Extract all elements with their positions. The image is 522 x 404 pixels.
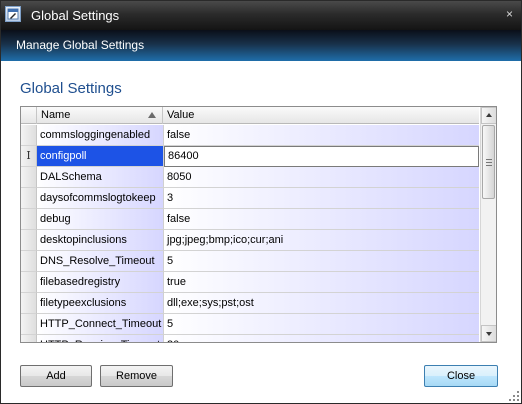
setting-name-cell[interactable]: filebasedregistry bbox=[37, 272, 164, 293]
setting-name-cell[interactable]: commsloggingenabled bbox=[37, 125, 164, 146]
column-header-name[interactable]: Name bbox=[37, 107, 163, 124]
resize-grip-icon[interactable] bbox=[509, 391, 519, 401]
sort-ascending-icon bbox=[148, 112, 156, 118]
close-icon[interactable]: × bbox=[506, 7, 513, 21]
global-settings-window: Global Settings × Manage Global Settings… bbox=[0, 0, 522, 404]
setting-name-cell[interactable]: daysofcommslogtokeep bbox=[37, 188, 164, 209]
table-row[interactable]: debug false bbox=[21, 209, 479, 230]
table-row[interactable]: DNS_Resolve_Timeout 5 bbox=[21, 251, 479, 272]
setting-name-cell[interactable]: HTTP_Connect_Timeout bbox=[37, 314, 164, 335]
setting-value-cell[interactable]: 8050 bbox=[164, 167, 479, 188]
grid-header: Name Value bbox=[21, 107, 479, 124]
arrow-up-icon bbox=[486, 113, 492, 117]
row-selector[interactable] bbox=[21, 293, 37, 314]
setting-value-cell[interactable]: dll;exe;sys;pst;ost bbox=[164, 293, 479, 314]
table-row[interactable]: filetypeexclusions dll;exe;sys;pst;ost bbox=[21, 293, 479, 314]
setting-value-cell[interactable]: false bbox=[164, 125, 479, 146]
row-selector[interactable] bbox=[21, 209, 37, 230]
table-row[interactable]: filebasedregistry true bbox=[21, 272, 479, 293]
row-selector[interactable] bbox=[21, 335, 37, 342]
setting-name-cell[interactable]: filetypeexclusions bbox=[37, 293, 164, 314]
row-selector-header[interactable] bbox=[21, 107, 37, 124]
row-selector[interactable] bbox=[21, 314, 37, 335]
add-button[interactable]: Add bbox=[20, 365, 92, 387]
setting-name-cell[interactable]: DALSchema bbox=[37, 167, 164, 188]
scroll-down-button[interactable] bbox=[481, 325, 496, 342]
column-header-name-label: Name bbox=[41, 109, 71, 121]
setting-value-cell[interactable]: jpg;jpeg;bmp;ico;cur;ani bbox=[164, 230, 479, 251]
setting-value-cell[interactable]: true bbox=[164, 272, 479, 293]
column-header-value-label: Value bbox=[167, 109, 195, 121]
arrow-down-icon bbox=[486, 332, 492, 336]
setting-name-cell[interactable]: DNS_Resolve_Timeout bbox=[37, 251, 164, 272]
grid-rows: commsloggingenabled false Iconfigpoll 86400… bbox=[21, 125, 479, 342]
row-selector[interactable] bbox=[21, 188, 37, 209]
scroll-up-button[interactable] bbox=[481, 107, 496, 124]
settings-window-icon bbox=[5, 6, 21, 22]
table-row[interactable]: daysofcommslogtokeep 3 bbox=[21, 188, 479, 209]
table-row[interactable]: DALSchema 8050 bbox=[21, 167, 479, 188]
scrollbar-thumb[interactable] bbox=[482, 125, 495, 199]
row-selector[interactable] bbox=[21, 167, 37, 188]
setting-name-cell[interactable]: configpoll bbox=[37, 146, 164, 167]
setting-value-cell[interactable]: 3 bbox=[164, 188, 479, 209]
setting-value-cell[interactable]: 5 bbox=[164, 314, 479, 335]
row-selector[interactable] bbox=[21, 272, 37, 293]
table-row[interactable]: HTTP_Receive_Timeout30 bbox=[21, 335, 479, 342]
banner-text: Manage Global Settings bbox=[16, 38, 145, 52]
section-title: Global Settings bbox=[20, 80, 122, 97]
setting-name-cell[interactable]: debug bbox=[37, 209, 164, 230]
row-selector[interactable] bbox=[21, 230, 37, 251]
vertical-scrollbar[interactable] bbox=[480, 107, 496, 342]
window-title: Global Settings bbox=[31, 8, 120, 23]
row-selector[interactable] bbox=[21, 125, 37, 146]
table-row[interactable]: commsloggingenabled false bbox=[21, 125, 479, 146]
row-selector[interactable]: I bbox=[21, 146, 37, 167]
title-bar[interactable]: Global Settings × bbox=[1, 1, 521, 30]
setting-value-cell[interactable]: false bbox=[164, 209, 479, 230]
close-button[interactable]: Close bbox=[424, 365, 498, 387]
setting-value-cell[interactable]: 30 bbox=[164, 335, 479, 342]
table-row[interactable]: desktopinclusions jpg;jpeg;bmp;ico;cur;an… bbox=[21, 230, 479, 251]
setting-value-cell[interactable]: 86400 bbox=[164, 146, 479, 167]
table-row[interactable]: HTTP_Connect_Timeout 5 bbox=[21, 314, 479, 335]
edit-cursor-icon: I bbox=[26, 149, 31, 162]
setting-value-cell[interactable]: 5 bbox=[164, 251, 479, 272]
row-selector[interactable] bbox=[21, 251, 37, 272]
table-row[interactable]: Iconfigpoll 86400 bbox=[21, 146, 479, 167]
column-header-value[interactable]: Value bbox=[163, 107, 479, 124]
settings-grid: Name Value commsloggingenabled false Iconf… bbox=[20, 106, 497, 343]
setting-name-cell[interactable]: desktopinclusions bbox=[37, 230, 164, 251]
grip-icon bbox=[486, 159, 492, 166]
setting-name-cell[interactable]: HTTP_Receive_Timeout bbox=[37, 335, 164, 342]
header-banner: Manage Global Settings bbox=[1, 30, 521, 61]
remove-button[interactable]: Remove bbox=[100, 365, 173, 387]
